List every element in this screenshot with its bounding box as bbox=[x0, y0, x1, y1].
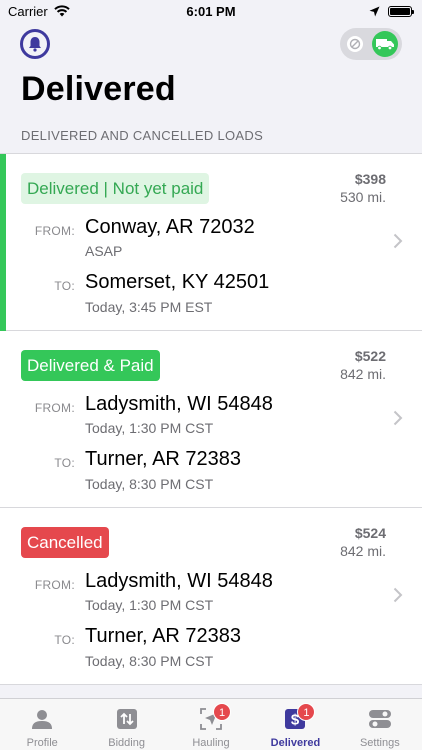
from-label: FROM: bbox=[34, 224, 75, 238]
notification-badge: 1 bbox=[213, 703, 232, 721]
destination-city: Turner, AR 72383 bbox=[85, 448, 242, 470]
notification-badge: 1 bbox=[297, 703, 316, 721]
tab-label: Delivered bbox=[270, 737, 321, 749]
load-price: $398 bbox=[354, 171, 386, 187]
arrows-icon bbox=[115, 707, 139, 731]
pickup-time: Today, 1:30 PM CST bbox=[85, 420, 214, 436]
delivery-time: Today, 3:45 PM EST bbox=[85, 299, 213, 315]
to-label: TO: bbox=[54, 633, 75, 647]
destination-city: Somerset, KY 42501 bbox=[85, 271, 270, 293]
tab-bar: Profile Bidding 1 Hauling $ 1 Delivered … bbox=[0, 698, 422, 750]
section-header: DELIVERED AND CANCELLED LOADS bbox=[21, 128, 264, 143]
tab-profile[interactable]: Profile bbox=[0, 699, 84, 750]
load-miles: 842 mi. bbox=[340, 543, 386, 559]
delivery-time: Today, 8:30 PM CST bbox=[85, 476, 214, 492]
tab-label: Profile bbox=[26, 737, 58, 749]
unavailable-icon bbox=[347, 36, 363, 52]
pickup-time: Today, 1:30 PM CST bbox=[85, 597, 214, 613]
tab-bidding[interactable]: Bidding bbox=[84, 699, 168, 750]
status-bar: Carrier 6:01 PM bbox=[0, 0, 422, 22]
destination-city: Turner, AR 72383 bbox=[85, 625, 242, 647]
availability-toggle[interactable] bbox=[340, 28, 402, 60]
from-label: FROM: bbox=[34, 578, 75, 592]
load-row[interactable]: Delivered | Not yet paid $398 530 mi. FR… bbox=[0, 154, 422, 331]
load-miles: 842 mi. bbox=[340, 366, 386, 382]
tab-settings[interactable]: Settings bbox=[338, 699, 422, 750]
load-price: $524 bbox=[354, 525, 386, 541]
chevron-right-icon bbox=[393, 410, 403, 426]
status-badge: Delivered & Paid bbox=[21, 350, 160, 381]
chevron-right-icon bbox=[393, 587, 403, 603]
tab-delivered[interactable]: $ 1 Delivered bbox=[253, 699, 337, 750]
status-badge: Delivered | Not yet paid bbox=[21, 173, 210, 204]
origin-city: Ladysmith, WI 54848 bbox=[85, 570, 273, 592]
delivery-time: Today, 8:30 PM CST bbox=[85, 653, 214, 669]
loads-list: Delivered | Not yet paid $398 530 mi. FR… bbox=[0, 153, 422, 685]
page-title: Delivered bbox=[21, 70, 176, 108]
status-left: Carrier bbox=[8, 4, 70, 19]
to-label: TO: bbox=[54, 279, 75, 293]
pickup-time: ASAP bbox=[85, 243, 123, 259]
status-right bbox=[369, 5, 414, 17]
toggles-icon bbox=[368, 707, 392, 731]
person-icon bbox=[30, 707, 54, 731]
carrier-name: Carrier bbox=[8, 3, 48, 19]
location-arrow-icon bbox=[369, 6, 380, 16]
tab-hauling[interactable]: 1 Hauling bbox=[169, 699, 253, 750]
notifications-button[interactable] bbox=[20, 29, 50, 59]
navigation-icon: 1 bbox=[199, 703, 232, 731]
navigation-header bbox=[0, 24, 422, 64]
origin-city: Conway, AR 72032 bbox=[85, 216, 255, 238]
chevron-right-icon bbox=[393, 233, 403, 249]
battery-icon bbox=[388, 5, 414, 17]
wifi-icon bbox=[54, 5, 70, 17]
load-row[interactable]: Cancelled $524 842 mi. FROM: Ladysmith, … bbox=[0, 508, 422, 685]
bell-icon bbox=[29, 37, 41, 52]
origin-city: Ladysmith, WI 54848 bbox=[85, 393, 273, 415]
truck-icon bbox=[372, 31, 398, 57]
load-row[interactable]: Delivered & Paid $522 842 mi. FROM: Lady… bbox=[0, 331, 422, 508]
from-label: FROM: bbox=[34, 401, 75, 415]
load-miles: 530 mi. bbox=[340, 189, 386, 205]
to-label: TO: bbox=[54, 456, 75, 470]
tab-label: Hauling bbox=[192, 737, 230, 749]
load-price: $522 bbox=[354, 348, 386, 364]
status-badge: Cancelled bbox=[21, 527, 109, 558]
tab-label: Settings bbox=[359, 737, 400, 749]
dollar-icon: $ 1 bbox=[283, 703, 316, 731]
tab-label: Bidding bbox=[108, 737, 145, 749]
